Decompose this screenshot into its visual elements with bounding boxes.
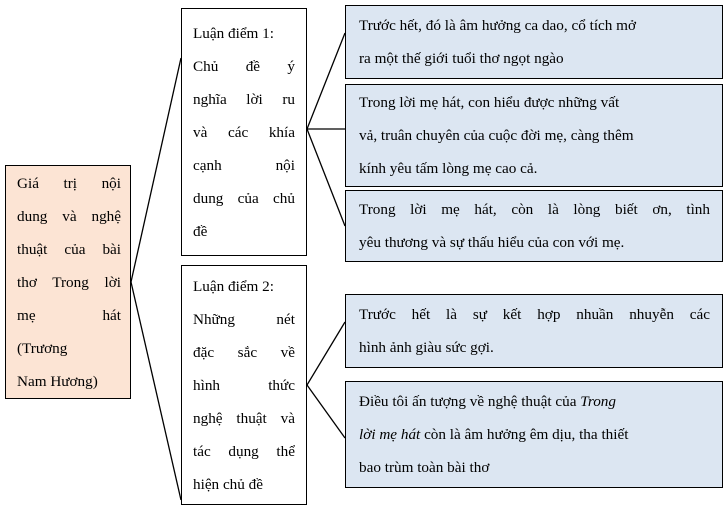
root-line-1: Giá trị nội — [17, 174, 121, 192]
root-line-4: thơ Trong lời — [17, 273, 121, 291]
evidence-2-line-3: kính yêu tấm lòng mẹ cao cả. — [359, 160, 538, 177]
claim-1-line-3: nghĩa lời ru — [193, 90, 295, 108]
connector-root-to-claim-1 — [130, 57, 182, 283]
node-evidence-1[interactable]: Trước hết, đó là âm hưởng ca dao, cổ tíc… — [345, 5, 723, 79]
evidence-5-line-3: bao trùm toàn bài thơ — [359, 459, 490, 476]
claim-1-line-2: Chủ đề ý — [193, 57, 295, 75]
evidence-5-work-title-part-2: lời mẹ hát — [359, 426, 421, 443]
root-line-2: dung và nghệ — [17, 207, 121, 225]
node-claim-2[interactable]: Luận điểm 2: Những nét đặc sắc về hình t… — [181, 265, 307, 505]
evidence-5-line-1: Điều tôi ấn tượng về nghệ thuật của Tron… — [359, 385, 710, 418]
claim-2-line-5: nghệ thuật và — [193, 409, 295, 427]
claim-2-line-1: Luận điểm 2: — [193, 277, 274, 295]
claim-2-line-7: hiện chủ đề — [193, 475, 264, 493]
mind-map-diagram: Giá trị nội dung và nghệ thuật của bài t… — [0, 0, 724, 513]
evidence-5-line-2-plain: còn là âm hưởng êm dịu, tha thiết — [420, 426, 629, 443]
connector-root-to-claim-2 — [130, 281, 182, 501]
claim-2-line-3: đặc sắc về — [193, 343, 295, 361]
evidence-4-line-2: hình ảnh giàu sức gợi. — [359, 339, 494, 356]
evidence-3-line-2: yêu thương và sự thấu hiểu của con với m… — [359, 234, 625, 251]
evidence-5-line-2: lời mẹ hát còn là âm hưởng êm dịu, tha t… — [359, 418, 710, 451]
root-line-3: thuật của bài — [17, 240, 121, 258]
connector-claim-2-to-ev-5 — [306, 384, 346, 439]
claim-1-line-4: và các khía — [193, 123, 295, 141]
evidence-4-line-1: Trước hết là sự kết hợp nhuần nhuyễn các — [359, 306, 710, 323]
evidence-2-line-2: vả, truân chuyên của cuộc đời mẹ, càng t… — [359, 127, 634, 144]
connector-claim-2-to-ev-4 — [306, 321, 346, 386]
root-line-5: mẹ hát — [17, 306, 121, 324]
node-evidence-3[interactable]: Trong lời mẹ hát, còn là lòng biết ơn, t… — [345, 190, 723, 262]
node-claim-1[interactable]: Luận điểm 1: Chủ đề ý nghĩa lời ru và cá… — [181, 8, 307, 256]
root-line-7: Nam Hương) — [17, 372, 98, 390]
evidence-3-line-1: Trong lời mẹ hát, còn là lòng biết ơn, t… — [359, 201, 710, 218]
evidence-5-work-title-part-1: Trong — [580, 393, 616, 410]
claim-2-line-2: Những nét — [193, 310, 295, 328]
claim-1-line-1: Luận điểm 1: — [193, 24, 274, 42]
claim-2-line-4: hình thức — [193, 376, 295, 394]
node-evidence-2[interactable]: Trong lời mẹ hát, con hiểu được những vấ… — [345, 84, 723, 187]
connector-claim-1-to-ev-1 — [306, 32, 346, 130]
evidence-1-line-2: ra một thế giới tuổi thơ ngọt ngào — [359, 50, 564, 67]
claim-1-line-5: cạnh nội — [193, 156, 295, 174]
node-evidence-4[interactable]: Trước hết là sự kết hợp nhuần nhuyễn các… — [345, 294, 723, 368]
node-root-topic[interactable]: Giá trị nội dung và nghệ thuật của bài t… — [5, 165, 131, 399]
node-evidence-5[interactable]: Điều tôi ấn tượng về nghệ thuật của Tron… — [345, 381, 723, 488]
evidence-2-line-1: Trong lời mẹ hát, con hiểu được những vấ… — [359, 94, 620, 111]
claim-1-line-7: đề — [193, 222, 208, 240]
evidence-1-line-1: Trước hết, đó là âm hưởng ca dao, cổ tíc… — [359, 17, 637, 34]
evidence-5-line-1-plain: Điều tôi ấn tượng về nghệ thuật của — [359, 393, 581, 410]
connector-claim-1-to-ev-3 — [306, 128, 346, 227]
claim-1-line-6: dung của chủ — [193, 189, 295, 207]
claim-2-line-6: tác dụng thể — [193, 442, 295, 460]
root-line-6: (Trương — [17, 339, 68, 357]
